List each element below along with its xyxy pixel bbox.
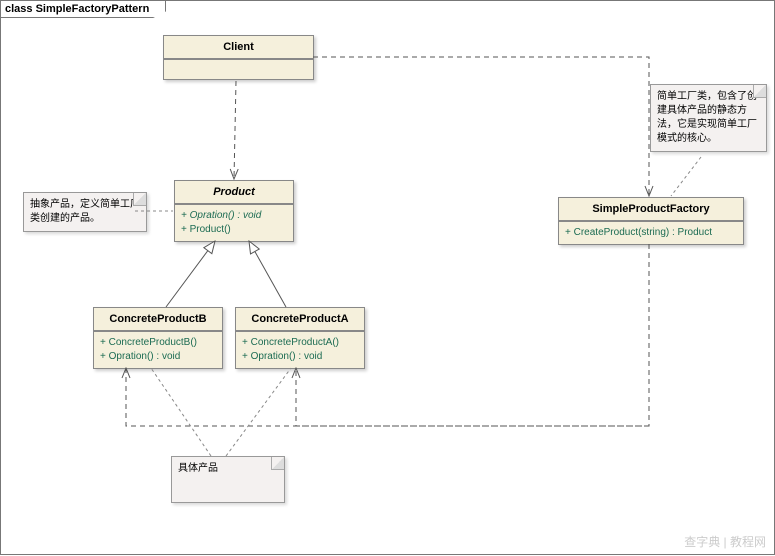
class-ops: + ConcreteProductA() + Opration() : void [236, 331, 364, 368]
method: + Opration() : void [181, 210, 261, 221]
diagram-title: class SimpleFactoryPattern [1, 1, 166, 18]
method: + Opration() : void [100, 350, 216, 364]
note-anchor-factory [671, 157, 701, 196]
dep-factory-b [126, 368, 649, 426]
class-title: Product [175, 181, 293, 204]
method: + ConcreteProductB() [100, 336, 216, 350]
class-concrete-b: ConcreteProductB + ConcreteProductB() + … [93, 307, 223, 369]
class-concrete-a: ConcreteProductA + ConcreteProductA() + … [235, 307, 365, 369]
class-title: ConcreteProductA [236, 308, 364, 331]
method: + Product() [181, 223, 287, 237]
note-concrete-product: 具体产品 [171, 456, 285, 503]
dep-client-product [234, 81, 236, 179]
class-ops: + ConcreteProductB() + Opration() : void [94, 331, 222, 368]
method: + Opration() : void [242, 350, 358, 364]
note-abstract-product: 抽象产品，定义简单工厂类创建的产品。 [23, 192, 147, 232]
class-product: Product + Opration() : void + Product() [174, 180, 294, 242]
class-ops: + CreateProduct(string) : Product [559, 221, 743, 244]
class-ops-empty [164, 59, 313, 79]
class-ops: + Opration() : void + Product() [175, 204, 293, 241]
note-anchor-concrete-a [226, 368, 291, 456]
class-title: SimpleProductFactory [559, 198, 743, 221]
dep-client-factory [313, 57, 649, 196]
note-factory: 简单工厂类，包含了创建具体产品的静态方法，它是实现简单工厂模式的核心。 [650, 84, 767, 152]
gen-b-product [166, 241, 215, 307]
class-title: ConcreteProductB [94, 308, 222, 331]
class-factory: SimpleProductFactory + CreateProduct(str… [558, 197, 744, 245]
watermark: 查字典 | 教程网 [684, 533, 766, 550]
gen-a-product [249, 241, 286, 307]
class-diagram-frame: class SimpleFactoryPattern Client Produc… [0, 0, 775, 555]
class-title: Client [164, 36, 313, 59]
class-client: Client [163, 35, 314, 80]
method: + ConcreteProductA() [242, 336, 358, 350]
method: + CreateProduct(string) : Product [565, 226, 737, 240]
note-anchor-concrete-b [151, 368, 211, 456]
